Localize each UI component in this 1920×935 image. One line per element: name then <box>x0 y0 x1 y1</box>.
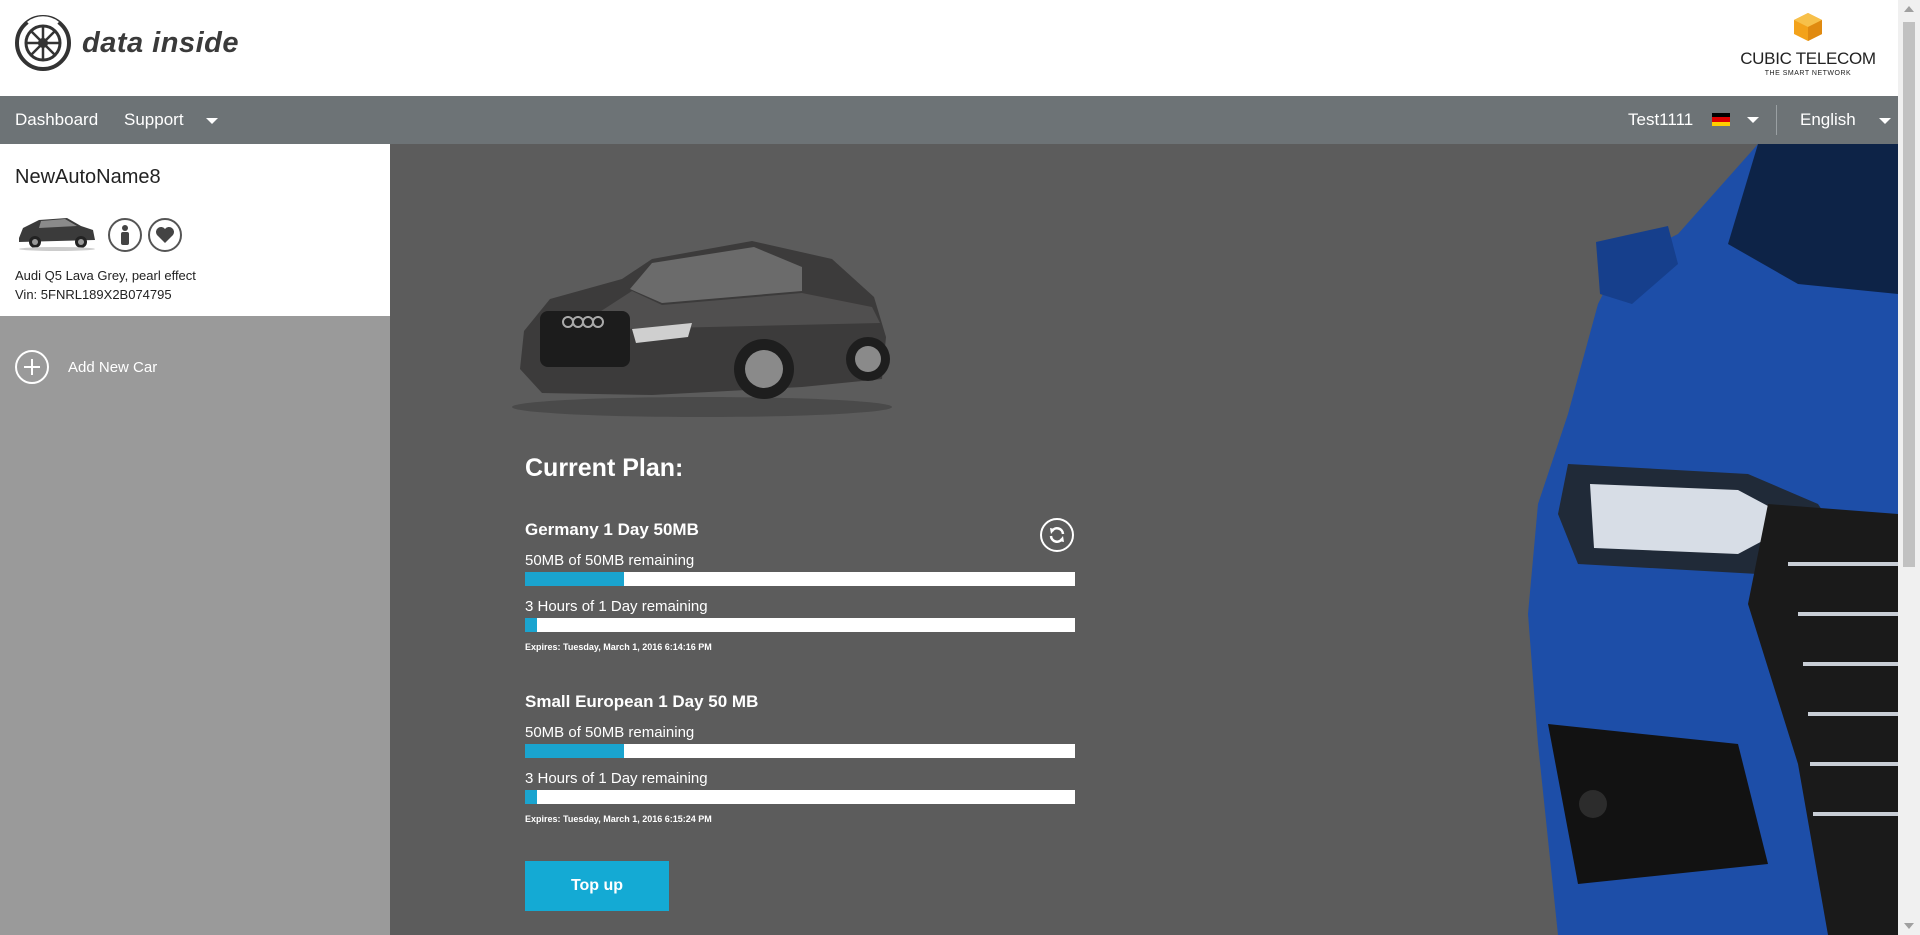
time-remaining-text: 3 Hours of 1 Day remaining <box>525 598 708 615</box>
time-progress-bar <box>525 790 1075 804</box>
header: data inside CUBIC TELECOM THE SMART NETW… <box>0 0 1898 96</box>
plan-card: Germany 1 Day 50MB 50MB of 50MB remainin… <box>525 520 1075 652</box>
expiry-text: Expires: Tuesday, March 1, 2016 6:15:24 … <box>525 814 712 824</box>
add-new-car-button[interactable]: Add New Car <box>15 350 157 384</box>
person-icon[interactable] <box>108 218 142 252</box>
scroll-up-icon[interactable] <box>1904 6 1914 12</box>
partner-tagline: THE SMART NETWORK <box>1764 70 1852 77</box>
data-remaining-text: 50MB of 50MB remaining <box>525 552 695 569</box>
language-chevron-down-icon <box>1878 117 1891 124</box>
nav-user[interactable]: Test1111 <box>1628 96 1693 144</box>
time-progress-fill <box>525 618 538 632</box>
language-label: English <box>1800 110 1856 129</box>
nav-support[interactable]: Support <box>124 96 219 144</box>
top-nav: Dashboard Support Test1111 English <box>0 96 1898 144</box>
add-new-car-label: Add New Car <box>68 358 158 376</box>
plus-icon <box>15 350 49 384</box>
data-progress-bar <box>525 572 1075 586</box>
nav-language[interactable]: English <box>1800 96 1891 144</box>
cubic-telecom-logo: CUBIC TELECOM THE SMART NETWORK <box>1738 12 1878 77</box>
user-chevron-down-icon[interactable] <box>1747 117 1759 123</box>
car-vin: Vin: 5FNRL189X2B074795 <box>15 287 172 302</box>
data-remaining-text: 50MB of 50MB remaining <box>525 724 695 741</box>
data-progress-fill <box>525 744 624 758</box>
expiry-text: Expires: Tuesday, March 1, 2016 6:14:16 … <box>525 642 712 652</box>
background-car-image <box>1528 144 1898 935</box>
car-model: Audi Q5 Lava Grey, pearl effect <box>15 268 196 283</box>
cube-icon <box>1794 13 1822 41</box>
nav-divider <box>1776 105 1777 135</box>
time-progress-fill <box>525 790 538 804</box>
chevron-down-icon <box>206 117 219 124</box>
plan-name: Small European 1 Day 50 MB <box>525 692 759 711</box>
nav-dashboard[interactable]: Dashboard <box>15 96 98 144</box>
car-name: NewAutoName8 <box>15 166 161 188</box>
sidebar: NewAutoName8 Audi Q5 Lava Grey, pearl ef… <box>0 144 408 935</box>
plan-name: Germany 1 Day 50MB <box>525 520 699 539</box>
data-progress-fill <box>525 572 624 586</box>
current-plan-heading: Current Plan: <box>525 454 684 482</box>
brand-name: data inside <box>82 26 239 59</box>
top-up-button[interactable]: Top up <box>525 861 669 911</box>
main-panel: Current Plan: Germany 1 Day 50MB 50MB of… <box>390 144 1898 935</box>
scroll-thumb[interactable] <box>1903 22 1915 567</box>
scroll-down-icon[interactable] <box>1904 923 1914 929</box>
vertical-scrollbar[interactable] <box>1898 0 1920 935</box>
time-progress-bar <box>525 618 1075 632</box>
germany-flag-icon <box>1712 113 1730 126</box>
car-card[interactable]: NewAutoName8 Audi Q5 Lava Grey, pearl ef… <box>0 144 390 316</box>
data-progress-bar <box>525 744 1075 758</box>
data-inside-logo[interactable]: data inside <box>14 14 239 72</box>
car-description: Audi Q5 Lava Grey, pearl effect Vin: 5FN… <box>15 266 196 304</box>
car-thumbnail <box>19 218 95 251</box>
heart-icon[interactable] <box>148 218 182 252</box>
time-remaining-text: 3 Hours of 1 Day remaining <box>525 770 708 787</box>
hero-car-image <box>512 241 892 417</box>
nav-support-label: Support <box>124 110 184 129</box>
partner-name: CUBIC TELECOM <box>1740 49 1876 68</box>
plan-card: Small European 1 Day 50 MB 50MB of 50MB … <box>525 692 1075 824</box>
wheel-logo-icon <box>15 15 71 71</box>
